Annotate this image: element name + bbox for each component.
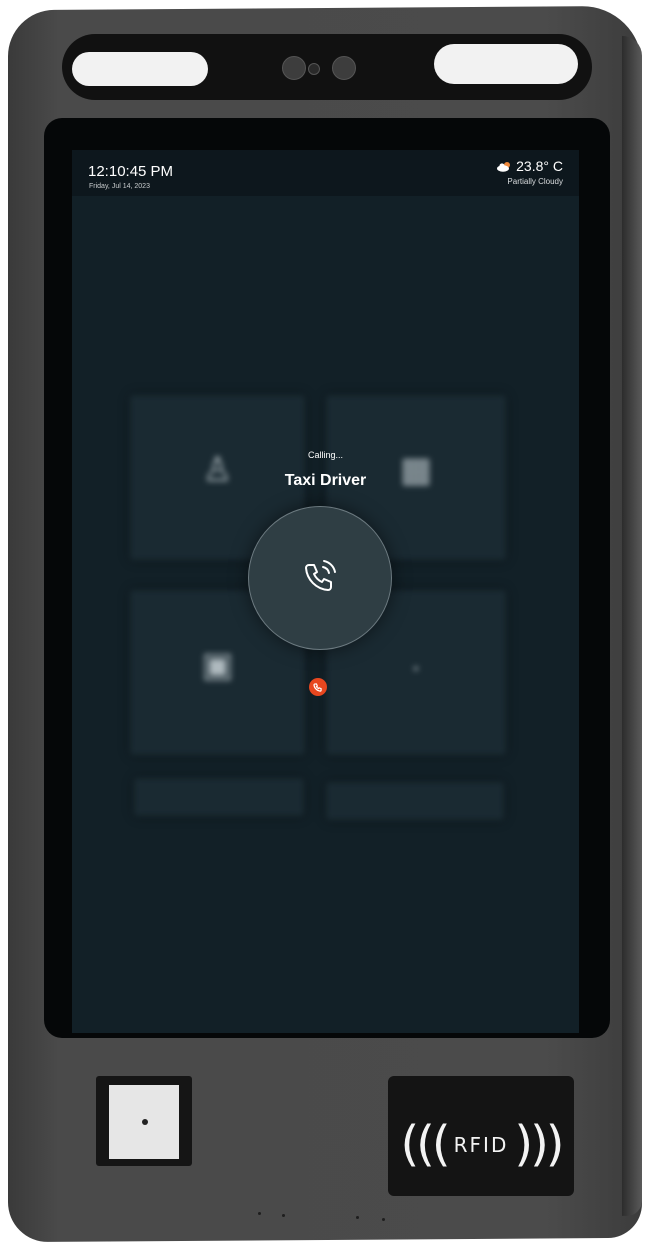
menu-button (134, 778, 304, 816)
barcode-scanner (96, 1076, 192, 1166)
speaker-hole (258, 1212, 261, 1215)
end-call-button[interactable] (309, 678, 327, 696)
camera-lens-right (332, 56, 356, 80)
rfid-waves-left-icon: ((( (400, 1116, 450, 1172)
speaker-hole (382, 1218, 385, 1221)
more-icon: • (413, 660, 419, 676)
call-status: Calling... (307, 450, 343, 460)
scanner-lens (142, 1119, 148, 1125)
speaker-hole (282, 1214, 285, 1217)
device-edge (622, 35, 642, 1216)
camera-lens-center (308, 63, 320, 75)
rfid-waves-right-icon: ))) (514, 1116, 564, 1172)
sensor-bar (62, 34, 592, 100)
phone-end-icon (313, 683, 322, 692)
kiosk-screen: 12:10:45 PM Friday, Jul 14, 2023 23.8° C… (72, 150, 579, 1033)
camera-lens-left (282, 56, 306, 80)
call-indicator (248, 506, 392, 650)
right-light-sensor (434, 44, 578, 84)
phone-ringing-icon (305, 560, 336, 591)
menu-button (326, 782, 504, 820)
rfid-label: (((RFID))) (388, 1116, 574, 1172)
left-light-sensor (72, 52, 208, 86)
package-icon: ▣ (201, 646, 234, 684)
rfid-reader: (((RFID))) (388, 1076, 574, 1196)
scanner-window (109, 1085, 179, 1159)
callee-name: Taxi Driver (284, 472, 367, 489)
rfid-text: RFID (453, 1133, 509, 1157)
speaker-hole (356, 1216, 359, 1219)
